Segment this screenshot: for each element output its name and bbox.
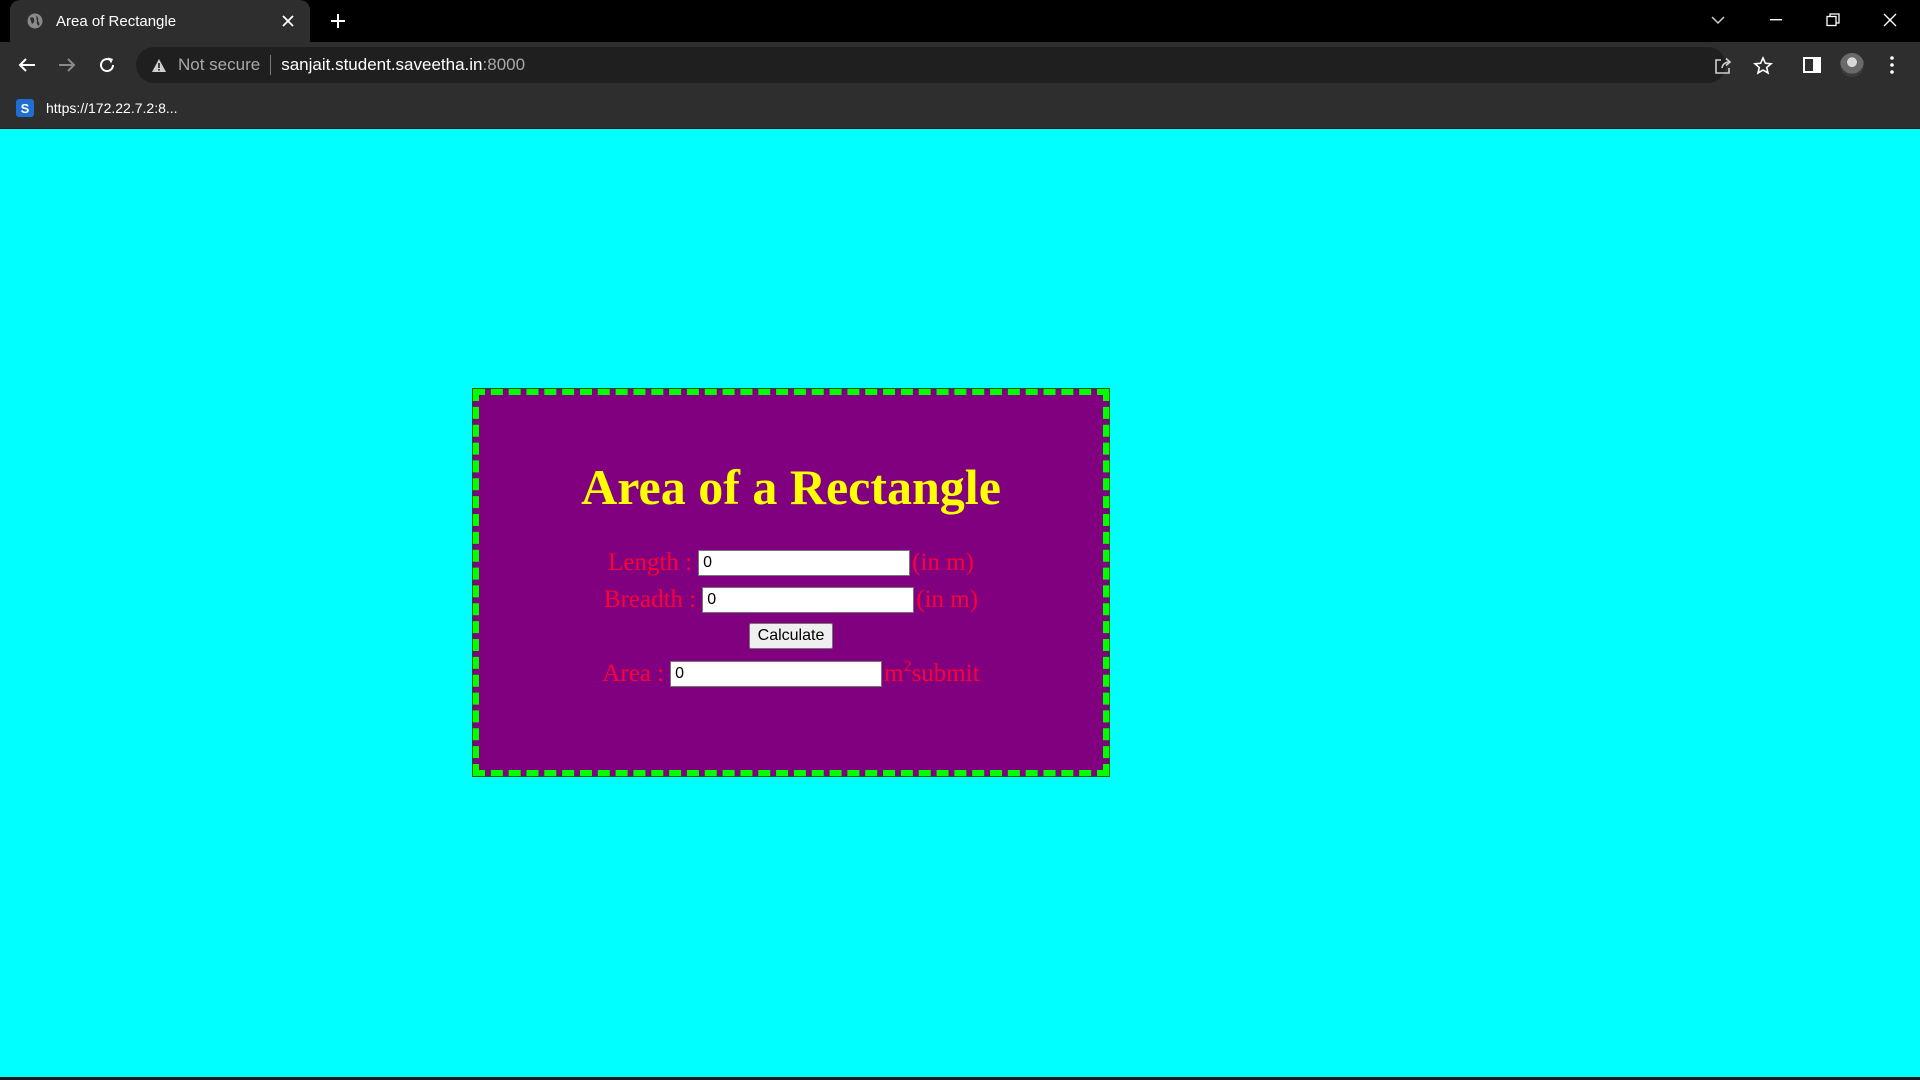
profile-avatar[interactable] [1836,49,1868,81]
reload-icon[interactable] [91,49,123,81]
breadth-label: Breadth : [603,586,697,613]
globe-icon [26,12,44,30]
area-unit: m2 [884,659,911,689]
bookmarks-bar: S https://172.22.7.2:8... [0,88,1920,129]
area-unit-base: m [884,660,904,687]
area-suffix: submit [911,660,980,687]
restore-icon[interactable] [1813,4,1853,36]
security-status-label[interactable]: Not secure [178,55,260,75]
address-separator [270,55,272,75]
length-input[interactable] [698,550,911,576]
close-window-icon[interactable] [1870,4,1910,36]
breadth-unit: (in m) [916,586,979,613]
page-title: Area of a Rectangle [581,459,1001,515]
area-output[interactable] [670,661,883,687]
browser-tab[interactable]: Area of Rectangle [10,0,310,42]
length-label: Length : [608,549,693,576]
bookmark-item[interactable]: S https://172.22.7.2:8... [16,96,178,120]
area-unit-exponent: 2 [903,658,912,675]
avatar-image [1840,53,1864,77]
warning-triangle-icon[interactable] [150,56,168,74]
breadth-row: Breadth : (in m) [479,585,1103,615]
area-row: Area : m2submit [479,659,1103,689]
bookmark-label: https://172.22.7.2:8... [46,100,178,116]
length-unit: (in m) [912,549,974,576]
bookmark-favicon-icon: S [16,99,34,117]
new-tab-plus-icon[interactable] [326,9,350,33]
back-arrow-icon[interactable] [11,49,43,81]
address-bar[interactable]: Not secure sanjait.student.saveetha.in :… [136,47,1773,83]
length-row: Length : (in m) [479,548,1103,578]
calculator-panel: Area of a Rectangle Length : (in m) Brea… [472,388,1110,777]
side-panel-icon[interactable] [1796,49,1828,81]
tab-strip: Area of Rectangle [0,0,1920,42]
bookmark-star-icon[interactable] [1752,55,1774,77]
forward-arrow-icon[interactable] [51,49,83,81]
minimize-icon[interactable] [1756,4,1796,36]
share-icon[interactable] [1712,55,1734,77]
url-port: :8000 [482,55,526,74]
area-label: Area : [602,660,665,687]
calculate-button[interactable]: Calculate [748,623,834,649]
browser-toolbar: Not secure sanjait.student.saveetha.in :… [0,42,1920,88]
kebab-menu-icon[interactable] [1876,49,1908,81]
button-row: Calculate [479,623,1103,649]
breadth-input[interactable] [702,587,915,613]
url-host: sanjait.student.saveetha.in [281,55,483,74]
tab-title: Area of Rectangle [56,12,177,30]
close-tab-icon[interactable] [276,9,300,33]
tab-search-chevron-icon[interactable] [1698,4,1738,36]
